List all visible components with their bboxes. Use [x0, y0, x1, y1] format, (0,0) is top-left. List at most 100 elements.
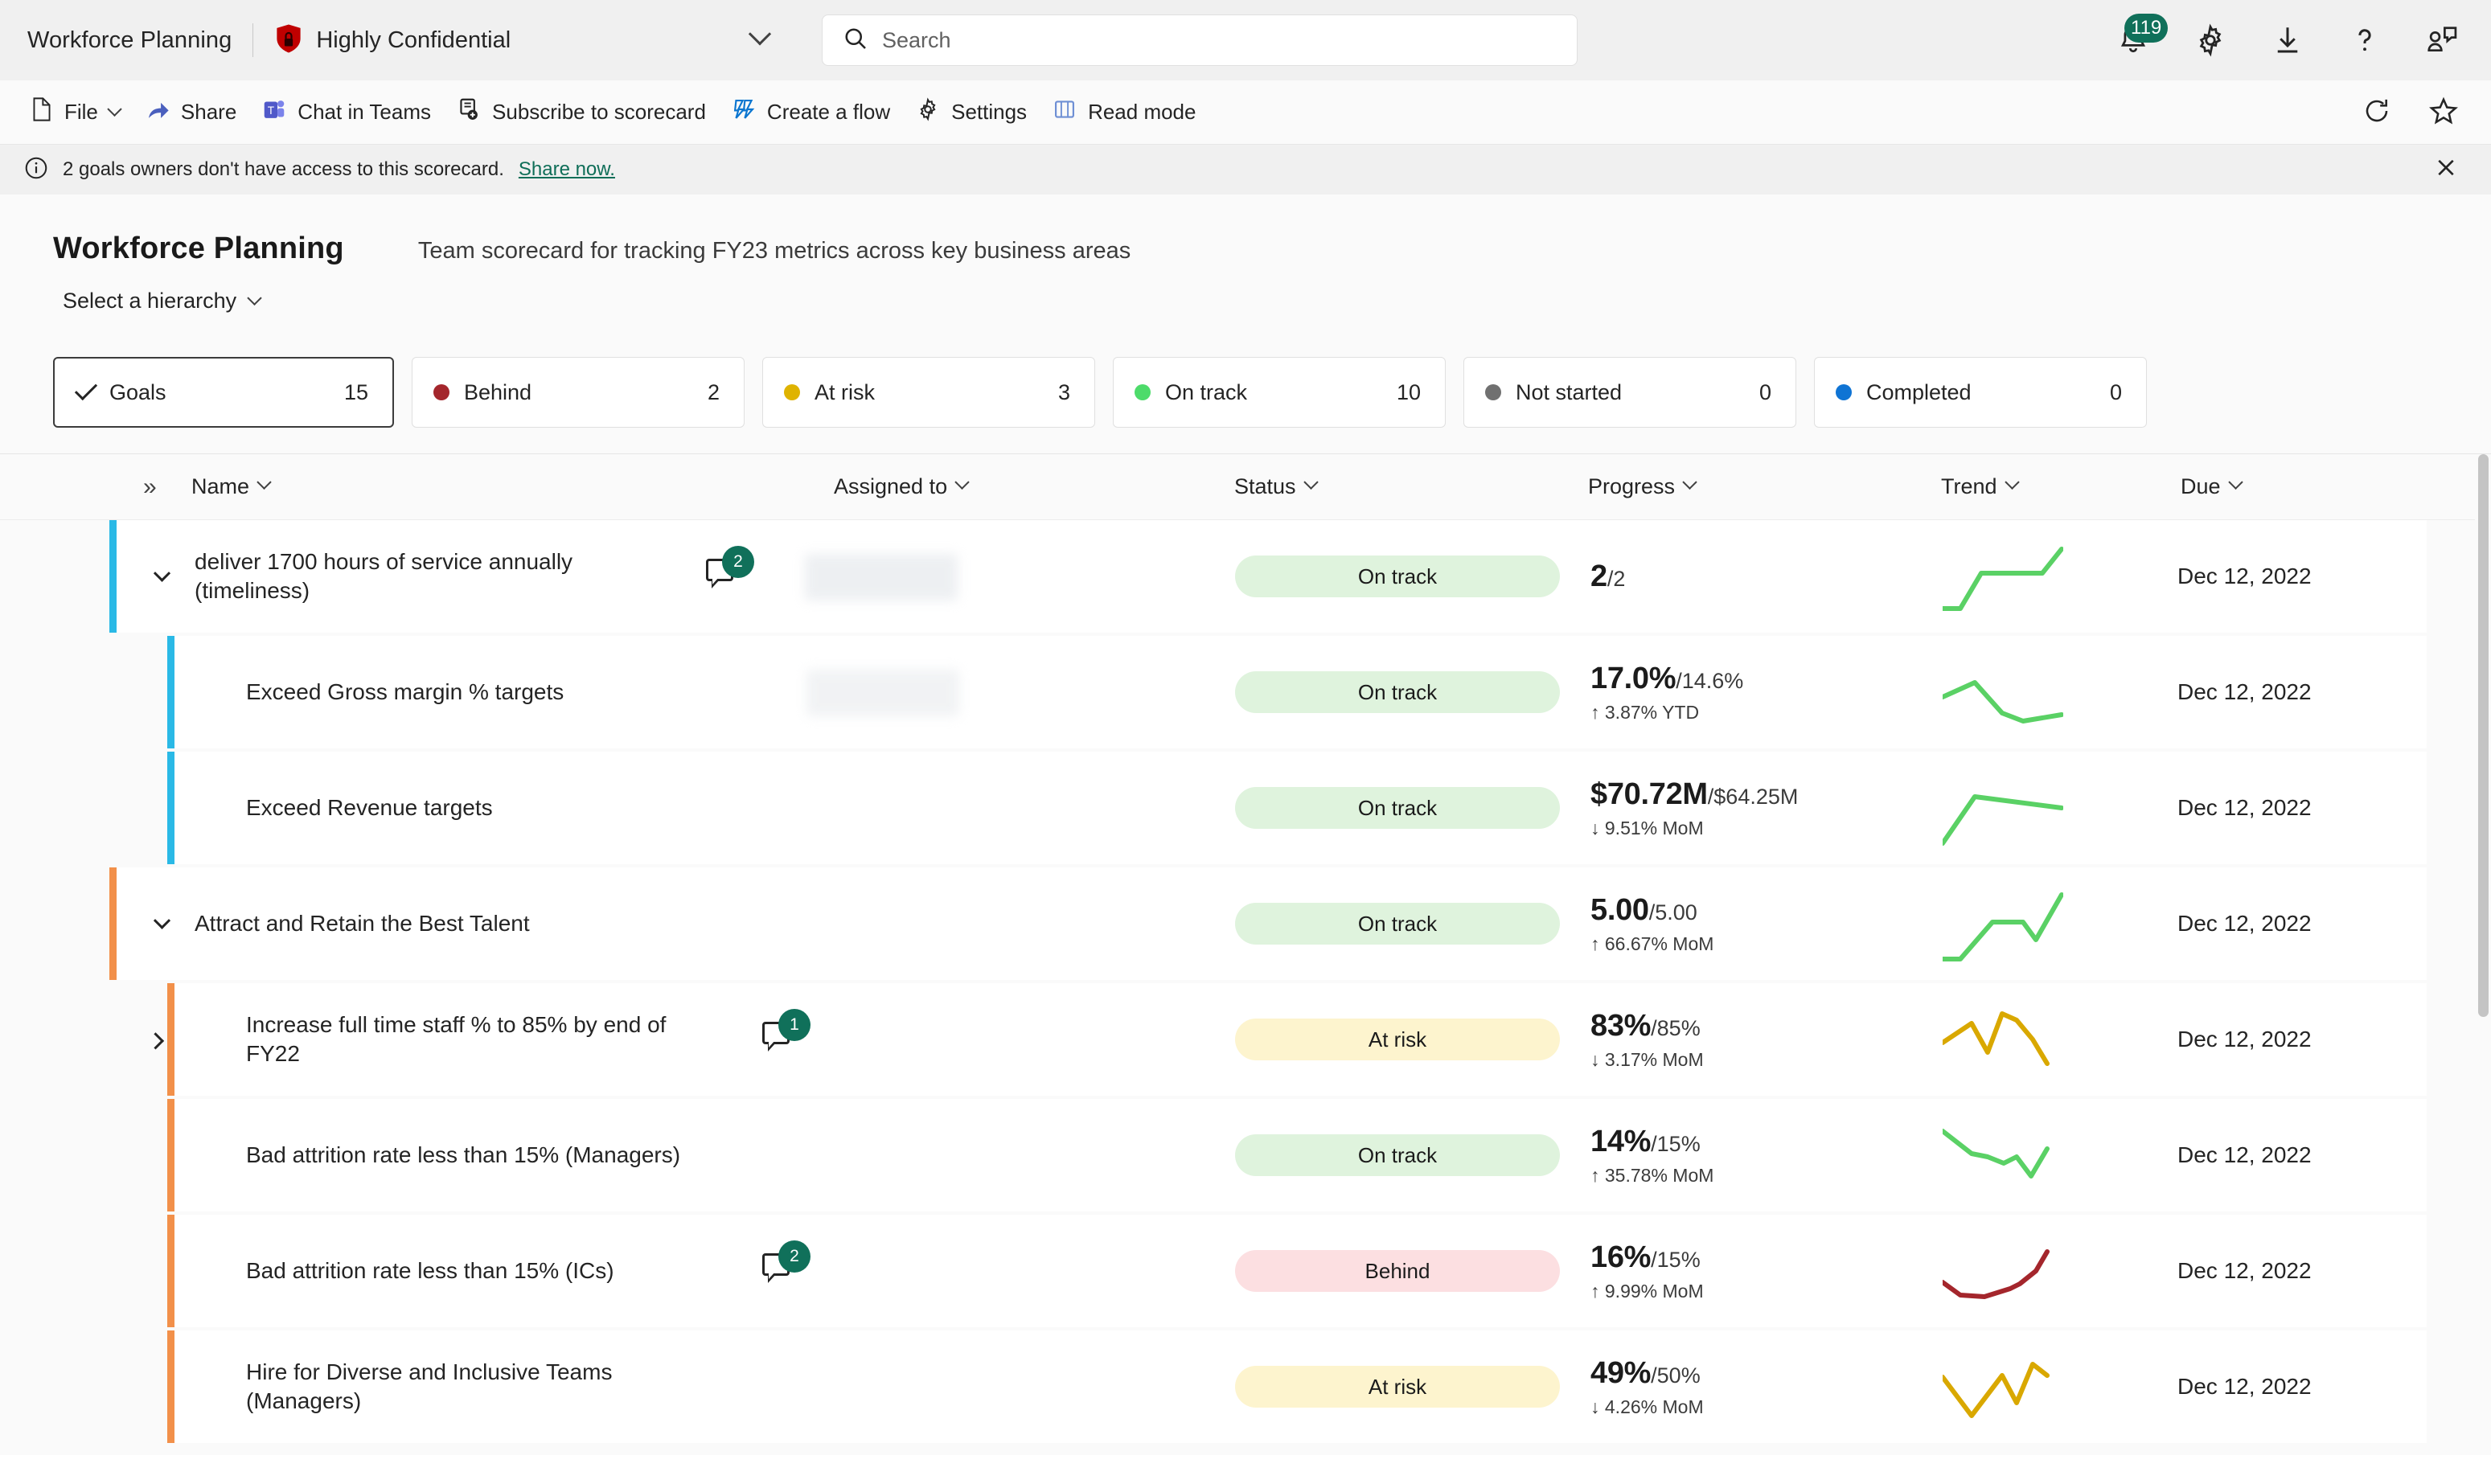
command-chat-in-teams[interactable]: T Chat in Teams: [249, 88, 444, 137]
status-pill-completed[interactable]: Completed 0: [1814, 357, 2147, 428]
chevron-down-icon[interactable]: [749, 22, 772, 51]
page-title-row: Workforce Planning Team scorecard for tr…: [0, 232, 2491, 266]
command-settings[interactable]: Settings: [903, 88, 1040, 137]
shield-lock-icon: [274, 23, 303, 58]
column-header-status[interactable]: Status: [1234, 474, 1319, 499]
due-date: Dec 12, 2022: [2177, 564, 2312, 588]
progress-cell: 49%/50% ↓ 4.26% MoM: [1590, 1356, 1704, 1418]
status-dot-icon: [784, 384, 800, 400]
progress-target: /2: [1607, 566, 1626, 591]
status-badge[interactable]: At risk: [1235, 1019, 1560, 1060]
progress-target: /85%: [1651, 1015, 1701, 1040]
table-row[interactable]: Exceed Revenue targets On track $70.72M/$6…: [167, 752, 2427, 864]
progress-current: 17.0%: [1590, 661, 1676, 695]
vertical-scrollbar[interactable]: [2475, 454, 2491, 1455]
table-row[interactable]: Hire for Diverse and Inclusive Teams (Ma…: [167, 1330, 2427, 1443]
table-row[interactable]: Attract and Retain the Best Talent On tra…: [109, 867, 2427, 980]
column-header-trend[interactable]: Trend: [1941, 474, 2020, 499]
command-read-mode-label: Read mode: [1088, 100, 1196, 124]
gear-icon: [916, 97, 940, 127]
goal-name[interactable]: Exceed Gross margin % targets: [246, 678, 696, 707]
scrollbar-thumb[interactable]: [2478, 454, 2489, 1017]
goal-name[interactable]: deliver 1700 hours of service annually (…: [195, 547, 645, 605]
notifications-button[interactable]: 119: [2111, 14, 2169, 62]
column-header-name[interactable]: Name: [191, 474, 272, 499]
goal-name[interactable]: Exceed Revenue targets: [246, 793, 696, 822]
status-badge[interactable]: On track: [1235, 903, 1560, 945]
status-badge[interactable]: At risk: [1235, 1366, 1560, 1408]
row-accent-bar: [167, 1330, 174, 1443]
command-read-mode[interactable]: Read mode: [1040, 88, 1209, 137]
file-icon: [31, 97, 53, 127]
status-pill-goals[interactable]: Goals 15: [53, 357, 394, 428]
status-pill-behind[interactable]: Behind 2: [412, 357, 745, 428]
progress-current: 49%: [1590, 1355, 1652, 1390]
select-hierarchy-dropdown[interactable]: Select a hierarchy: [0, 289, 2491, 314]
table-row[interactable]: Exceed Gross margin % targets On track 17.…: [167, 636, 2427, 748]
notification-count-badge: 119: [2124, 14, 2169, 43]
status-badge[interactable]: Behind: [1235, 1250, 1560, 1292]
assigned-to-avatar[interactable]: [805, 554, 958, 601]
table-row[interactable]: Bad attrition rate less than 15% (Manage…: [167, 1099, 2427, 1211]
goal-name[interactable]: Hire for Diverse and Inclusive Teams (Ma…: [246, 1358, 696, 1416]
comment-indicator[interactable]: 2: [762, 1240, 810, 1289]
command-create-flow[interactable]: Create a flow: [719, 88, 903, 137]
gear-icon[interactable]: [2189, 18, 2232, 62]
person-chat-icon[interactable]: [2420, 18, 2464, 62]
column-header-progress[interactable]: Progress: [1588, 474, 1697, 499]
goal-name[interactable]: Increase full time staff % to 85% by end…: [246, 1011, 696, 1068]
status-pill-on-track[interactable]: On track 10: [1113, 357, 1446, 428]
goal-name[interactable]: Attract and Retain the Best Talent: [195, 909, 645, 938]
comment-count-badge: 2: [722, 546, 754, 578]
double-chevron-right-icon[interactable]: »: [143, 473, 157, 501]
progress-cell: 14%/15% ↑ 35.78% MoM: [1590, 1125, 1713, 1187]
progress-current: $70.72M: [1590, 777, 1708, 811]
column-header-assigned-to[interactable]: Assigned to: [834, 474, 970, 499]
sensitivity-label-button[interactable]: Highly Confidential: [274, 23, 511, 58]
comment-indicator[interactable]: 2: [706, 546, 754, 594]
row-expander[interactable]: [146, 561, 177, 592]
trend-sparkline: [1940, 658, 2064, 735]
chevron-down-icon: [153, 912, 170, 929]
command-file[interactable]: File: [18, 88, 133, 137]
chevron-right-icon: [146, 1031, 164, 1050]
star-icon[interactable]: [2428, 96, 2459, 130]
status-pill-not-started[interactable]: Not started 0: [1463, 357, 1796, 428]
chevron-down-icon: [2004, 474, 2020, 490]
question-mark-icon[interactable]: [2343, 18, 2386, 62]
power-automate-icon: [732, 97, 756, 127]
table-row[interactable]: deliver 1700 hours of service annually (…: [109, 520, 2427, 633]
row-expander[interactable]: [146, 908, 177, 939]
command-bar: File Share T Chat in Teams Subscribe to …: [0, 80, 2491, 145]
progress-cell: $70.72M/$64.25M ↓ 9.51% MoM: [1590, 777, 1798, 839]
comment-indicator[interactable]: 1: [762, 1009, 810, 1057]
command-share[interactable]: Share: [133, 88, 249, 137]
progress-target: /14.6%: [1676, 668, 1744, 693]
table-row[interactable]: Bad attrition rate less than 15% (ICs) 2 B…: [167, 1215, 2427, 1327]
row-expander[interactable]: [140, 1024, 170, 1055]
goal-name[interactable]: Bad attrition rate less than 15% (Manage…: [246, 1141, 696, 1170]
suite-header-bar: Workforce Planning Highly Confidential S…: [0, 0, 2491, 80]
search-input[interactable]: Search: [822, 14, 1578, 66]
status-badge[interactable]: On track: [1235, 787, 1560, 829]
close-icon[interactable]: [2433, 155, 2459, 185]
status-badge[interactable]: On track: [1235, 671, 1560, 713]
progress-delta: ↓ 3.17% MoM: [1590, 1048, 1704, 1070]
column-header-due-label: Due: [2181, 474, 2221, 498]
app-name[interactable]: Workforce Planning: [27, 27, 232, 54]
status-pill-count: 0: [2109, 379, 2122, 404]
progress-current: 5.00: [1590, 892, 1649, 927]
status-badge[interactable]: On track: [1235, 555, 1560, 597]
refresh-icon[interactable]: [2362, 96, 2391, 129]
goal-name[interactable]: Bad attrition rate less than 15% (ICs): [246, 1256, 696, 1285]
command-subscribe[interactable]: Subscribe to scorecard: [444, 88, 719, 137]
status-pill-at-risk[interactable]: At risk 3: [762, 357, 1095, 428]
read-mode-icon: [1053, 97, 1077, 127]
share-now-link[interactable]: Share now.: [519, 158, 615, 181]
assigned-to-avatar[interactable]: [806, 670, 959, 716]
download-icon[interactable]: [2266, 18, 2309, 62]
table-row[interactable]: Increase full time staff % to 85% by end…: [146, 983, 2427, 1096]
column-header-due[interactable]: Due: [2181, 474, 2243, 499]
progress-current: 83%: [1590, 1008, 1652, 1043]
status-badge[interactable]: On track: [1235, 1134, 1560, 1176]
